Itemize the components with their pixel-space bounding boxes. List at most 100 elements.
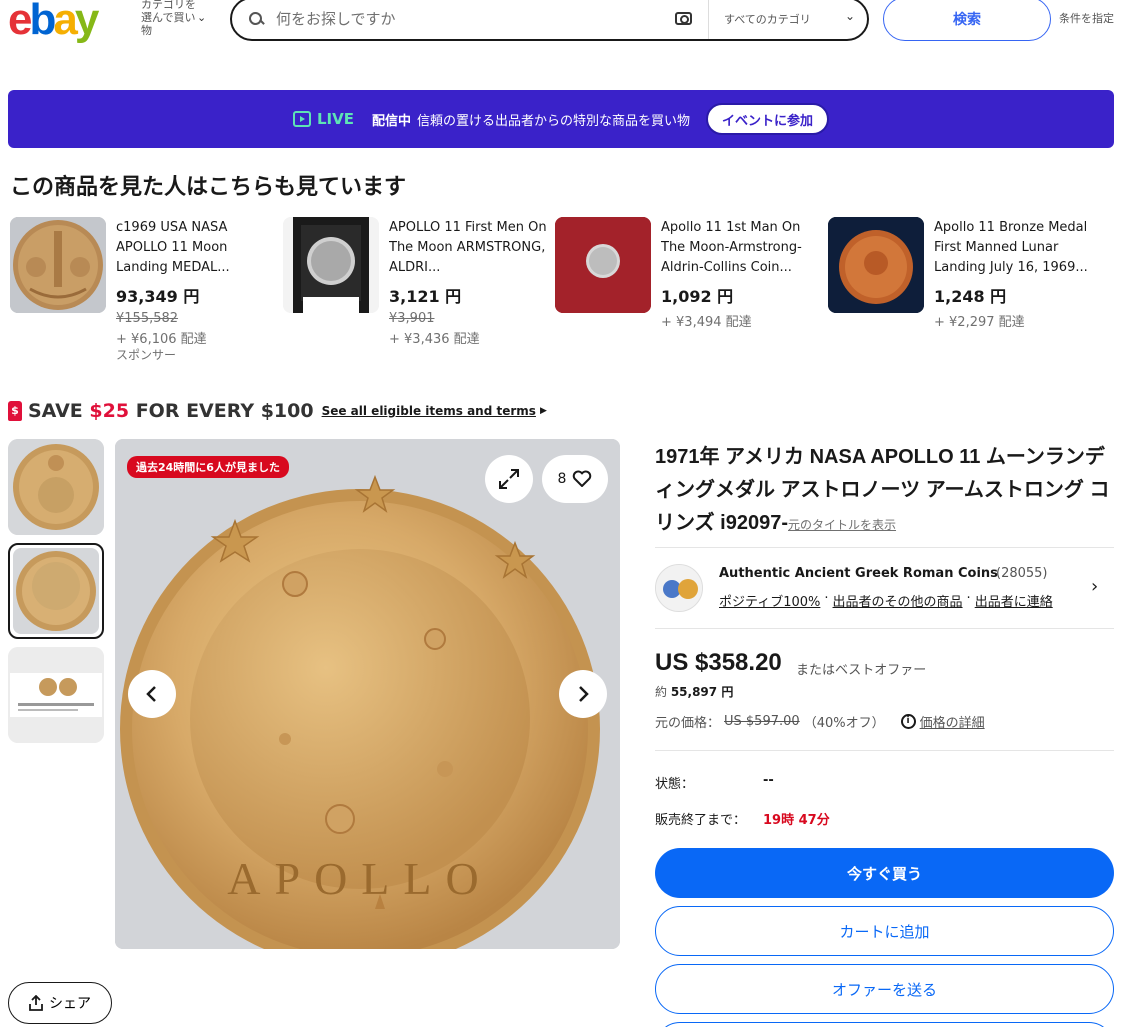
- share-label: シェア: [49, 995, 91, 1011]
- category-select[interactable]: すべてのカテゴリ: [724, 11, 811, 27]
- search-input[interactable]: [276, 10, 656, 28]
- heart-icon: [573, 470, 592, 487]
- save-suffix: FOR EVERY $100: [129, 400, 314, 422]
- discount-label: （40%オフ）: [803, 716, 885, 731]
- seller-other-items-link[interactable]: 出品者のその他の商品: [833, 591, 963, 610]
- item-original-price: ¥155,582: [116, 311, 179, 326]
- item-price: 1,248 円: [934, 287, 1007, 306]
- was-price: US $597.00: [724, 714, 800, 729]
- seller-name[interactable]: Authentic Ancient Greek Roman Coins: [719, 566, 998, 581]
- play-arrow-icon: ▶: [539, 406, 547, 416]
- shop-by-category-button[interactable]: カテゴリを選んで買い物: [141, 0, 201, 37]
- expand-image-button[interactable]: [485, 455, 533, 503]
- item-image[interactable]: [10, 217, 106, 313]
- views-badge: 過去24時間に6人が見ました: [127, 456, 289, 478]
- price-details-link[interactable]: 価格の詳細: [920, 712, 985, 731]
- live-banner[interactable]: LIVE 配信中 信頼の置ける出品者からの特別な商品を買い物 イベントに参加: [8, 90, 1114, 148]
- next-image-button[interactable]: [559, 670, 607, 718]
- recommended-item[interactable]: Apollo 11 1st Man On The Moon-Armstrong-…: [555, 217, 827, 367]
- share-icon: [29, 995, 43, 1011]
- gallery-thumbnail-selected[interactable]: [8, 543, 104, 639]
- live-status: 配信中: [371, 113, 411, 129]
- item-price: 93,349 円: [116, 287, 200, 306]
- search-divider: [708, 0, 709, 39]
- logo-letter-a: a: [53, 0, 78, 44]
- recommended-item[interactable]: c1969 USA NASA APOLLO 11 Moon Landing ME…: [10, 217, 282, 367]
- section-title: この商品を見た人はこちらも見ています: [10, 175, 407, 200]
- add-to-cart-button[interactable]: カートに追加: [655, 906, 1114, 956]
- share-button[interactable]: シェア: [8, 982, 112, 1024]
- live-description: 信頼の置ける出品者からの特別な商品を買い物: [416, 113, 690, 129]
- coin-inscription: APOLLO: [227, 853, 492, 904]
- price-tag-icon: $: [8, 401, 22, 421]
- make-offer-button[interactable]: オファーを送る: [655, 964, 1114, 1014]
- item-title[interactable]: Apollo 11 Bronze Medal First Manned Luna…: [934, 218, 1100, 278]
- save-promo-text: SAVE $25 FOR EVERY $100: [28, 400, 314, 422]
- search-button[interactable]: 検索: [883, 0, 1051, 41]
- save-amount: $25: [89, 400, 130, 422]
- logo-letter-y: y: [74, 0, 100, 44]
- save-prefix: SAVE: [28, 400, 90, 422]
- recommended-item[interactable]: APOLLO 11 First Men On The Moon ARMSTRON…: [283, 217, 555, 367]
- item-shipping: + ¥3,494 配達: [661, 315, 752, 330]
- ends-label: 販売終了まで：: [655, 813, 747, 828]
- divider: [655, 547, 1114, 548]
- join-event-button[interactable]: イベントに参加: [706, 103, 830, 135]
- approx-value: 55,897 円: [670, 685, 734, 699]
- buy-now-button[interactable]: 今すぐ買う: [655, 848, 1114, 898]
- advanced-search-link[interactable]: 条件を指定: [1059, 10, 1114, 26]
- save-promo-banner: $ SAVE $25 FOR EVERY $100 See all eligib…: [8, 400, 547, 422]
- condition-label: 状態：: [655, 777, 695, 792]
- item-title[interactable]: c1969 USA NASA APOLLO 11 Moon Landing ME…: [116, 218, 282, 278]
- item-title[interactable]: APOLLO 11 First Men On The Moon ARMSTRON…: [389, 218, 555, 278]
- item-shipping: + ¥3,436 配達: [389, 332, 480, 347]
- original-price-row: 元の価格： US $597.00 （40%オフ） i 価格の詳細: [655, 712, 985, 731]
- ebay-logo[interactable]: e b a y: [8, 0, 100, 44]
- camera-icon[interactable]: [675, 12, 692, 25]
- search-bar: すべてのカテゴリ ⌄: [230, 0, 869, 41]
- approx-price: 約 55,897 円: [655, 683, 733, 700]
- item-shipping: + ¥2,297 配達: [934, 315, 1025, 330]
- watchlist-button-partial[interactable]: [655, 1022, 1114, 1027]
- contact-seller-link[interactable]: 出品者に連絡: [975, 591, 1053, 610]
- info-icon[interactable]: i: [900, 714, 916, 729]
- divider: [655, 628, 1114, 629]
- live-label: LIVE: [316, 110, 354, 128]
- item-image[interactable]: [555, 217, 651, 313]
- item-image[interactable]: [283, 217, 379, 313]
- item-price: 1,092 円: [661, 287, 734, 306]
- item-price: US $358.20: [655, 649, 782, 676]
- approx-prefix: 約: [655, 685, 671, 699]
- item-title[interactable]: Apollo 11 1st Man On The Moon-Armstrong-…: [661, 218, 827, 278]
- chevron-down-icon[interactable]: ⌄: [197, 11, 206, 24]
- see-eligible-items-link[interactable]: See all eligible items and terms: [322, 404, 536, 418]
- best-offer-label: またはベストオファー: [796, 663, 927, 678]
- chevron-right-icon[interactable]: ›: [1091, 576, 1098, 597]
- chevron-down-icon[interactable]: ⌄: [845, 9, 855, 23]
- separator: ·: [824, 591, 829, 606]
- gallery-thumbnail[interactable]: [8, 647, 104, 743]
- item-image[interactable]: [828, 217, 924, 313]
- previous-image-button[interactable]: [128, 670, 176, 718]
- main-product-image[interactable]: APOLLO 過去24時間に6人が見ました 8: [115, 439, 620, 949]
- condition-value: --: [763, 773, 774, 788]
- sponsored-label: スポンサー: [116, 348, 177, 362]
- seller-links: ポジティブ100% · 出品者のその他の商品 · 出品者に連絡: [719, 591, 1053, 610]
- positive-feedback-link[interactable]: ポジティブ100%: [719, 591, 820, 610]
- chevron-left-icon: [146, 686, 156, 702]
- watch-count: 8: [557, 471, 567, 487]
- item-shipping: + ¥6,106 配達: [116, 332, 207, 347]
- chevron-right-icon: [579, 686, 589, 702]
- was-label: 元の価格：: [655, 716, 721, 731]
- recommended-item[interactable]: Apollo 11 Bronze Medal First Manned Luna…: [828, 217, 1100, 367]
- gallery-thumbnail[interactable]: [8, 439, 104, 535]
- separator: ·: [966, 591, 971, 606]
- item-title: 1971年 アメリカ NASA APOLLO 11 ムーンランディングメダル ア…: [655, 441, 1115, 542]
- seller-avatar[interactable]: [655, 564, 703, 612]
- logo-letter-e: e: [8, 0, 33, 44]
- thumbnail-image: [13, 548, 99, 634]
- coin-image: APOLLO: [115, 439, 620, 949]
- show-original-title-link[interactable]: 元のタイトルを表示: [788, 518, 896, 532]
- watchlist-button[interactable]: 8: [542, 455, 608, 503]
- seller-feedback-count[interactable]: (28055): [996, 566, 1048, 581]
